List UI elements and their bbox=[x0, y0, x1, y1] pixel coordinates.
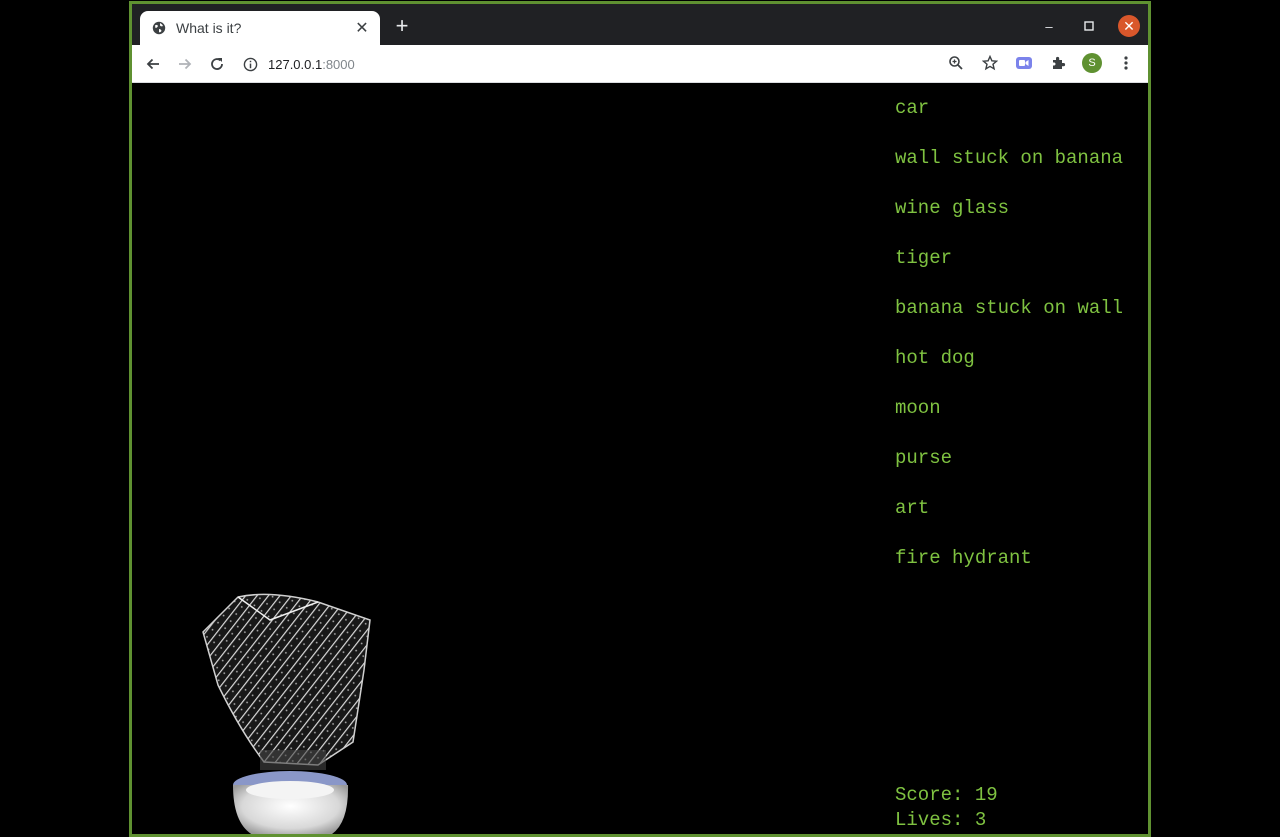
browser-window: What is it? ✕ + – ✕ 127.0.0.1:8000 S car… bbox=[129, 1, 1151, 837]
minimize-icon[interactable]: – bbox=[1038, 15, 1060, 37]
maximize-icon[interactable] bbox=[1078, 15, 1100, 37]
answer-option[interactable]: hot dog bbox=[895, 344, 1123, 394]
back-arrow-icon[interactable] bbox=[142, 53, 164, 75]
puzzle-icon[interactable] bbox=[1048, 53, 1068, 73]
answer-option[interactable]: banana stuck on wall bbox=[895, 294, 1123, 344]
url-host: 127.0.0.1 bbox=[268, 56, 323, 72]
forward-arrow-icon[interactable] bbox=[174, 53, 196, 75]
sketch-object-image bbox=[200, 580, 375, 834]
zoom-icon[interactable] bbox=[946, 53, 966, 73]
toolbar-actions: S bbox=[946, 53, 1136, 73]
url-text: 127.0.0.1:8000 bbox=[268, 57, 355, 72]
tab-title: What is it? bbox=[176, 20, 242, 36]
toolbar: 127.0.0.1:8000 S bbox=[132, 45, 1148, 83]
url-port: :8000 bbox=[322, 56, 355, 72]
game-stats: Score: 19 Lives: 3 bbox=[895, 783, 998, 833]
lives-text: Lives: 3 bbox=[895, 809, 987, 831]
info-icon[interactable] bbox=[242, 56, 258, 72]
answer-option[interactable]: wall stuck on banana bbox=[895, 144, 1123, 194]
plus-icon[interactable]: + bbox=[392, 15, 412, 37]
answer-option[interactable]: car bbox=[895, 94, 1123, 144]
star-icon[interactable] bbox=[980, 53, 1000, 73]
score-text: Score: 19 bbox=[895, 784, 998, 806]
video-camera-icon[interactable] bbox=[1014, 53, 1034, 73]
answer-options: car wall stuck on banana wine glass tige… bbox=[895, 94, 1123, 594]
active-tab[interactable]: What is it? ✕ bbox=[140, 11, 380, 45]
kebab-menu-icon[interactable] bbox=[1116, 53, 1136, 73]
game-canvas[interactable]: car wall stuck on banana wine glass tige… bbox=[132, 83, 1148, 834]
answer-option[interactable]: purse bbox=[895, 444, 1123, 494]
globe-icon bbox=[152, 21, 166, 35]
answer-option[interactable]: tiger bbox=[895, 244, 1123, 294]
answer-option[interactable]: moon bbox=[895, 394, 1123, 444]
address-bar[interactable]: 127.0.0.1:8000 bbox=[242, 49, 962, 79]
answer-option[interactable]: fire hydrant bbox=[895, 544, 1123, 594]
window-close-icon[interactable]: ✕ bbox=[1118, 15, 1140, 37]
tab-strip: What is it? ✕ + – ✕ bbox=[132, 4, 1148, 45]
profile-avatar[interactable]: S bbox=[1082, 53, 1102, 73]
avatar: S bbox=[1082, 53, 1102, 73]
close-icon[interactable]: ✕ bbox=[352, 18, 372, 38]
answer-option[interactable]: wine glass bbox=[895, 194, 1123, 244]
answer-option[interactable]: art bbox=[895, 494, 1123, 544]
reload-icon[interactable] bbox=[206, 53, 228, 75]
window-controls: – ✕ bbox=[1038, 15, 1140, 37]
